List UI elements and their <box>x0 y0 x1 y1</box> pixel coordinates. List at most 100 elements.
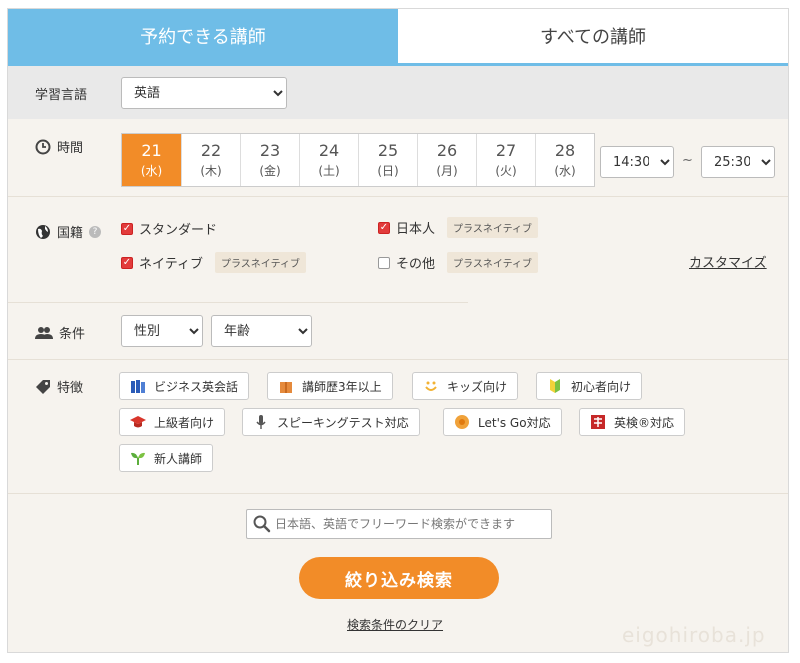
feature-label: 新人講師 <box>154 451 203 466</box>
features-label: 特徴 <box>35 377 83 396</box>
checkbox-other[interactable]: その他 プラスネイティブ <box>378 252 539 273</box>
gender-select[interactable]: 性別 <box>121 315 203 347</box>
time-label: 時間 <box>35 137 83 156</box>
tab-bar: 予約できる講師 すべての講師 <box>8 9 788 66</box>
nationality-label: 国籍 ? <box>35 222 102 241</box>
feature-label: 上級者向け <box>154 415 215 430</box>
checkbox-box[interactable]: ✓ <box>378 221 390 234</box>
date-day: 27 <box>495 141 517 160</box>
date-weekday: (土) <box>318 164 340 178</box>
microphone-icon <box>256 415 266 429</box>
search-box <box>246 509 552 539</box>
date-weekday: (金) <box>259 164 281 178</box>
date-day: 24 <box>318 141 340 160</box>
nationality-row: 国籍 ? ✓ スタンダード ✓ 日本人 プラスネイティブ ✓ ネイティブ プラス… <box>8 197 788 303</box>
date-item-0[interactable]: 21 (水) <box>122 134 181 186</box>
checkbox-box[interactable] <box>378 256 390 269</box>
globe-icon <box>36 224 50 239</box>
date-weekday: (木) <box>200 164 222 178</box>
feature-new-teacher[interactable]: 新人講師 <box>119 444 214 472</box>
help-icon[interactable]: ? <box>89 225 102 238</box>
tab-all-teachers[interactable]: すべての講師 <box>398 9 788 63</box>
watermark: eigohiroba.jp <box>622 623 766 647</box>
date-day: 22 <box>200 141 222 160</box>
feature-label: スピーキングテスト対応 <box>277 415 409 430</box>
feature-label: Let's Go対応 <box>478 415 551 430</box>
language-select[interactable]: 英語 <box>121 77 287 109</box>
date-weekday: (日) <box>377 164 399 178</box>
date-weekday: (水) <box>554 164 576 178</box>
checkbox-box[interactable]: ✓ <box>121 222 133 235</box>
checkbox-label: スタンダード <box>139 223 218 238</box>
conditions-row: 条件 性別 年齢 <box>8 303 788 360</box>
date-day: 21 <box>141 141 162 160</box>
feature-label: ビジネス英会話 <box>154 379 239 394</box>
date-weekday: (火) <box>495 164 517 178</box>
date-item-3[interactable]: 24 (土) <box>299 134 358 186</box>
feature-eiken[interactable]: 英検®対応 <box>579 408 686 436</box>
search-input[interactable] <box>275 517 545 531</box>
language-row: 学習言語 英語 <box>8 66 788 119</box>
tag-icon <box>36 379 50 394</box>
feature-lets-go[interactable]: Let's Go対応 <box>443 408 562 436</box>
customize-link[interactable]: カスタマイズ <box>689 252 767 271</box>
date-item-7[interactable]: 28 (水) <box>535 134 594 186</box>
language-label: 学習言語 <box>35 88 88 103</box>
features-label-text: 特徴 <box>57 381 84 396</box>
search-panel: 予約できる講師 すべての講師 学習言語 英語 時間 21 (水) 22 (木) 23… <box>7 8 789 653</box>
eiken-icon <box>591 415 605 429</box>
nationality-label-text: 国籍 <box>57 226 84 241</box>
sprout-icon <box>131 452 145 465</box>
features-row: 特徴 ビジネス英会話 講師歴3年以上 キッズ向け 初心者向け 上級者向け スピー… <box>8 360 788 494</box>
date-day: 28 <box>554 141 576 160</box>
date-item-5[interactable]: 26 (月) <box>417 134 476 186</box>
time-to-select[interactable]: 25:30 <box>701 146 775 178</box>
checkbox-japanese[interactable]: ✓ 日本人 プラスネイティブ <box>378 217 539 238</box>
gift-box-icon <box>280 382 292 393</box>
conditions-label: 条件 <box>35 323 85 342</box>
feature-label: キッズ向け <box>447 379 508 394</box>
filter-search-button[interactable]: 絞り込み検索 <box>299 557 499 599</box>
date-item-1[interactable]: 22 (木) <box>181 134 240 186</box>
date-day: 23 <box>259 141 281 160</box>
plus-native-badge: プラスネイティブ <box>447 252 539 273</box>
tab-available-teachers[interactable]: 予約できる講師 <box>8 9 398 63</box>
time-from-select[interactable]: 14:30 <box>600 146 674 178</box>
checkbox-label: その他 <box>396 257 436 272</box>
date-weekday: (水) <box>140 164 163 178</box>
feature-label: 英検®対応 <box>614 415 675 430</box>
search-icon <box>253 515 271 533</box>
date-item-6[interactable]: 27 (火) <box>476 134 535 186</box>
beginner-mark-icon <box>550 379 560 393</box>
checkbox-label: ネイティブ <box>139 257 203 272</box>
lets-go-icon <box>455 415 469 429</box>
graduation-cap-icon <box>130 416 146 428</box>
smile-icon <box>425 381 437 391</box>
books-icon <box>131 380 145 393</box>
plus-native-badge: プラスネイティブ <box>214 252 306 273</box>
feature-advanced[interactable]: 上級者向け <box>119 408 226 436</box>
date-day: 25 <box>377 141 399 160</box>
users-icon <box>35 326 53 339</box>
time-separator: ~ <box>682 153 693 168</box>
date-item-4[interactable]: 25 (日) <box>358 134 417 186</box>
checkbox-box[interactable]: ✓ <box>121 256 133 269</box>
date-weekday: (月) <box>436 164 458 178</box>
feature-speaking-test[interactable]: スピーキングテスト対応 <box>242 408 420 436</box>
conditions-label-text: 条件 <box>59 327 86 342</box>
plus-native-badge: プラスネイティブ <box>447 217 539 238</box>
feature-kids[interactable]: キッズ向け <box>412 372 519 400</box>
feature-label: 講師歴3年以上 <box>302 379 382 394</box>
feature-label: 初心者向け <box>571 379 632 394</box>
clock-icon <box>35 139 51 154</box>
feature-experienced[interactable]: 講師歴3年以上 <box>267 372 393 400</box>
age-select[interactable]: 年齢 <box>211 315 312 347</box>
feature-beginner[interactable]: 初心者向け <box>536 372 643 400</box>
date-picker: 21 (水) 22 (木) 23 (金) 24 (土) 25 (日) 26 (月) 27 (火… <box>121 133 595 187</box>
date-item-2[interactable]: 23 (金) <box>240 134 299 186</box>
clear-conditions-link[interactable]: 検索条件のクリア <box>347 616 443 633</box>
feature-business-english[interactable]: ビジネス英会話 <box>119 372 250 400</box>
checkbox-standard[interactable]: ✓ スタンダード <box>121 219 217 238</box>
checkbox-native[interactable]: ✓ ネイティブ プラスネイティブ <box>121 252 306 273</box>
date-day: 26 <box>436 141 458 160</box>
